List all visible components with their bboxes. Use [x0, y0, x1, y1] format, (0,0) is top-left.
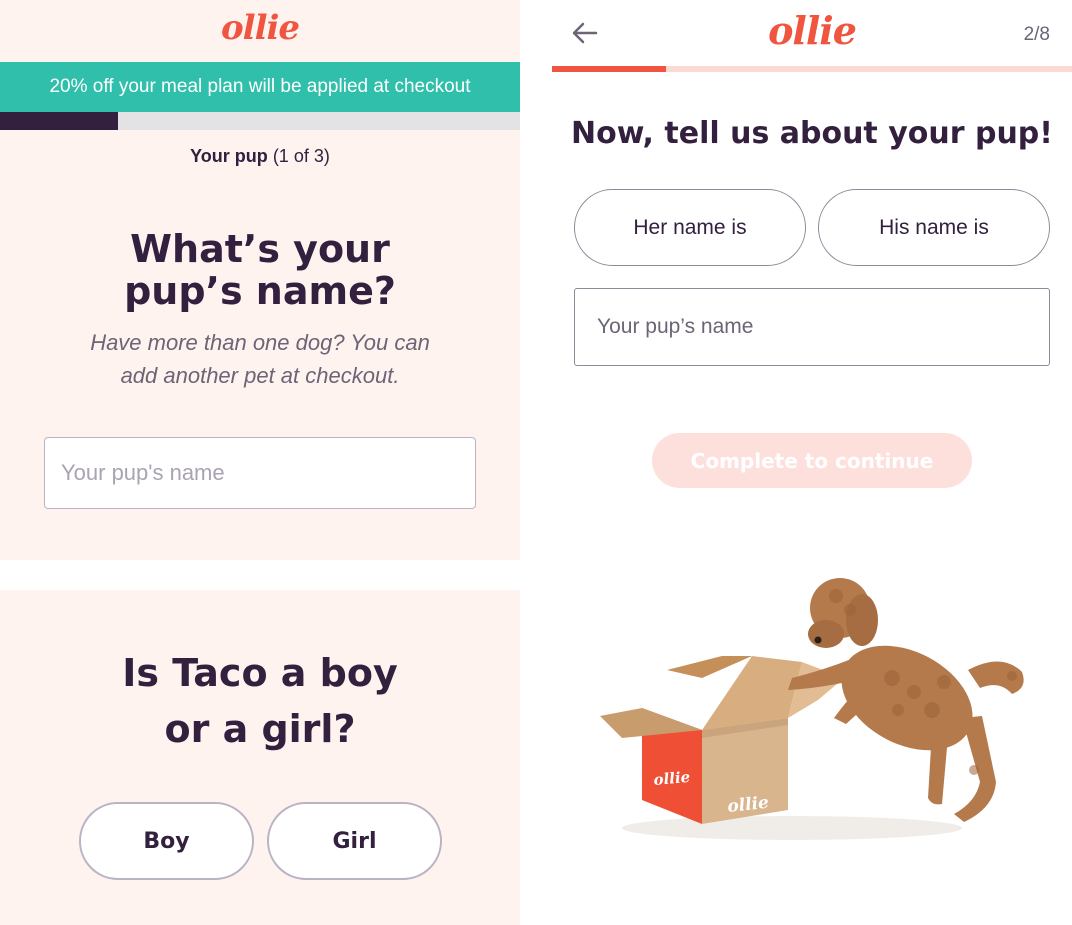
subtext-line-2: add another pet at checkout.	[120, 363, 400, 388]
step-counter: 2/8	[1023, 24, 1050, 45]
dog	[788, 578, 1024, 822]
shadow	[622, 816, 962, 840]
left-screen: ollie 20% off your meal plan will be app…	[0, 0, 520, 925]
progress-bar	[552, 66, 1072, 72]
step-count: (1 of 3)	[272, 146, 330, 166]
girl-button[interactable]: Girl	[267, 802, 442, 880]
subtext-line-1: Have more than one dog? You can	[90, 330, 430, 355]
her-name-button[interactable]: Her name is	[574, 189, 806, 266]
subtext: Have more than one dog? You can add anot…	[60, 326, 460, 392]
box-logo: ollie	[653, 768, 691, 789]
boy-button[interactable]: Boy	[79, 802, 254, 880]
progress-bar-fill	[0, 112, 119, 130]
pup-name-input[interactable]	[44, 437, 476, 509]
gender-question-line-1: Is Taco a boy	[122, 651, 398, 695]
question-line-2: pup’s name?	[124, 269, 396, 313]
right-screen: ollie 2/8 Now, tell us about your pup! H…	[552, 0, 1072, 925]
gender-question: Is Taco a boy or a girl?	[60, 645, 460, 757]
ollie-logo[interactable]: ollie	[552, 8, 1072, 53]
ollie-logo[interactable]: ollie	[0, 8, 520, 48]
gender-section	[0, 590, 520, 925]
progress-bar-fill	[552, 66, 667, 72]
dog-with-box-image: ollie ollie	[600, 578, 1024, 840]
page-title: What’s your pup’s name?	[60, 228, 460, 312]
progress-bar	[0, 112, 520, 130]
continue-button[interactable]: Complete to continue	[652, 433, 972, 488]
his-name-button[interactable]: His name is	[818, 189, 1050, 266]
promo-banner: 20% off your meal plan will be applied a…	[0, 62, 520, 112]
question-line-1: What’s your	[130, 227, 390, 271]
step-label: Your pup (1 of 3)	[0, 146, 520, 167]
gender-question-line-2: or a girl?	[164, 707, 356, 751]
pup-name-input[interactable]	[574, 288, 1050, 366]
step-name: Your pup	[190, 146, 268, 166]
page-title: Now, tell us about your pup!	[571, 116, 1053, 151]
